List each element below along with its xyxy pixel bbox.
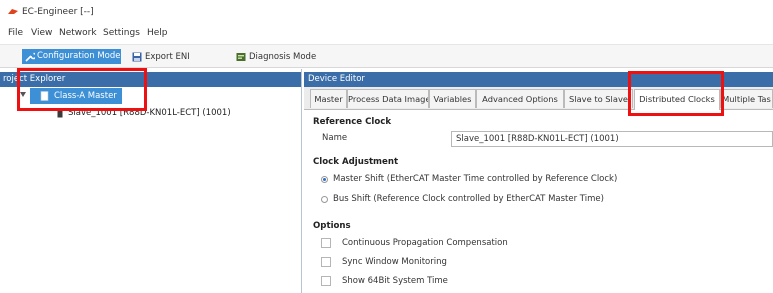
export-eni-button[interactable]: Export ENI: [145, 52, 190, 62]
continuous-propagation-checkbox[interactable]: [321, 238, 331, 248]
menu-view[interactable]: View: [31, 28, 52, 38]
show-64bit-system-time-label: Show 64Bit System Time: [342, 276, 448, 286]
menu-file[interactable]: File: [8, 28, 23, 38]
window-title: EC-Engineer [--]: [22, 7, 94, 17]
device-editor-title: Device Editor: [308, 74, 365, 84]
configuration-mode-label: Configuration Mode: [37, 51, 121, 61]
tab-slave-to-slave[interactable]: Slave to Slave: [564, 89, 633, 108]
tab-multiple-tasks[interactable]: Multiple Tas: [720, 89, 773, 108]
show-64bit-system-time-checkbox[interactable]: [321, 276, 331, 286]
menu-network[interactable]: Network: [59, 28, 97, 38]
reference-clock-name-field[interactable]: Slave_1001 [R88D-KN01L-ECT] (1001): [451, 131, 773, 147]
name-label: Name: [322, 133, 348, 143]
bus-shift-radio[interactable]: [321, 196, 328, 203]
reference-clock-heading: Reference Clock: [313, 117, 392, 127]
configuration-mode-button[interactable]: Configuration Mode: [22, 49, 121, 64]
options-heading: Options: [313, 221, 351, 231]
wrench-icon: [25, 52, 35, 62]
tab-advanced-options[interactable]: Advanced Options: [476, 89, 564, 108]
sync-window-monitoring-label: Sync Window Monitoring: [342, 257, 447, 267]
diagnosis-mode-button[interactable]: Diagnosis Mode: [249, 52, 316, 62]
tab-master[interactable]: Master: [310, 89, 347, 108]
app-logo-icon: [8, 9, 18, 14]
clock-adjustment-heading: Clock Adjustment: [313, 157, 399, 167]
menu-settings[interactable]: Settings: [103, 28, 140, 38]
highlight-box-master: [17, 68, 147, 111]
tab-variables[interactable]: Variables: [429, 89, 476, 108]
reference-clock-name-value: Slave_1001 [R88D-KN01L-ECT] (1001): [456, 134, 619, 144]
master-shift-label: Master Shift (EtherCAT Master Time contr…: [333, 174, 618, 184]
continuous-propagation-label: Continuous Propagation Compensation: [342, 238, 508, 248]
title-bar: [0, 0, 773, 23]
master-shift-radio[interactable]: [321, 176, 328, 183]
tab-process-data-image[interactable]: Process Data Image: [347, 89, 429, 108]
sync-window-monitoring-checkbox[interactable]: [321, 257, 331, 267]
menu-help[interactable]: Help: [147, 28, 168, 38]
highlight-box-distributed-clocks: [628, 71, 724, 116]
bus-shift-label: Bus Shift (Reference Clock controlled by…: [333, 194, 604, 204]
diagnosis-icon: [236, 53, 246, 61]
save-icon: [132, 52, 142, 62]
